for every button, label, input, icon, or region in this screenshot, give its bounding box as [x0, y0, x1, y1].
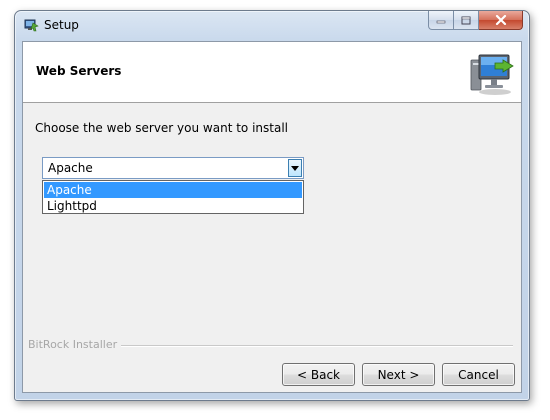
maximize-icon	[461, 16, 471, 24]
maximize-button[interactable]	[454, 11, 479, 30]
client-area: Web Servers Choose the web server you wa…	[22, 41, 522, 393]
setup-app-icon[interactable]	[23, 17, 39, 33]
close-icon	[495, 15, 506, 25]
web-server-dropdown-list: Apache Lighttpd	[42, 180, 304, 214]
web-server-select-toggle[interactable]	[288, 159, 302, 177]
minimize-icon	[436, 20, 446, 24]
next-button[interactable]: Next >	[362, 363, 435, 386]
computer-install-icon	[465, 50, 515, 96]
instruction-text: Choose the web server you want to instal…	[35, 121, 288, 135]
minimize-button[interactable]	[428, 11, 454, 30]
page-title: Web Servers	[36, 64, 122, 78]
web-server-select[interactable]: Apache	[42, 157, 304, 179]
title-bar[interactable]: Setup	[15, 11, 529, 41]
caption-buttons	[428, 11, 523, 31]
web-server-select-value: Apache	[48, 161, 93, 175]
dropdown-arrow-icon	[291, 165, 299, 171]
page-header: Web Servers	[23, 42, 521, 103]
close-button[interactable]	[479, 11, 523, 30]
cancel-button[interactable]: Cancel	[442, 363, 515, 386]
footer-divider	[121, 345, 513, 347]
branding-label: BitRock Installer	[28, 338, 118, 351]
dropdown-option-apache[interactable]: Apache	[44, 182, 302, 198]
setup-window: Setup Web Servers Choose the web server …	[14, 10, 530, 401]
dropdown-option-lighttpd[interactable]: Lighttpd	[44, 198, 302, 214]
window-title: Setup	[44, 18, 79, 32]
back-button[interactable]: < Back	[282, 363, 355, 386]
